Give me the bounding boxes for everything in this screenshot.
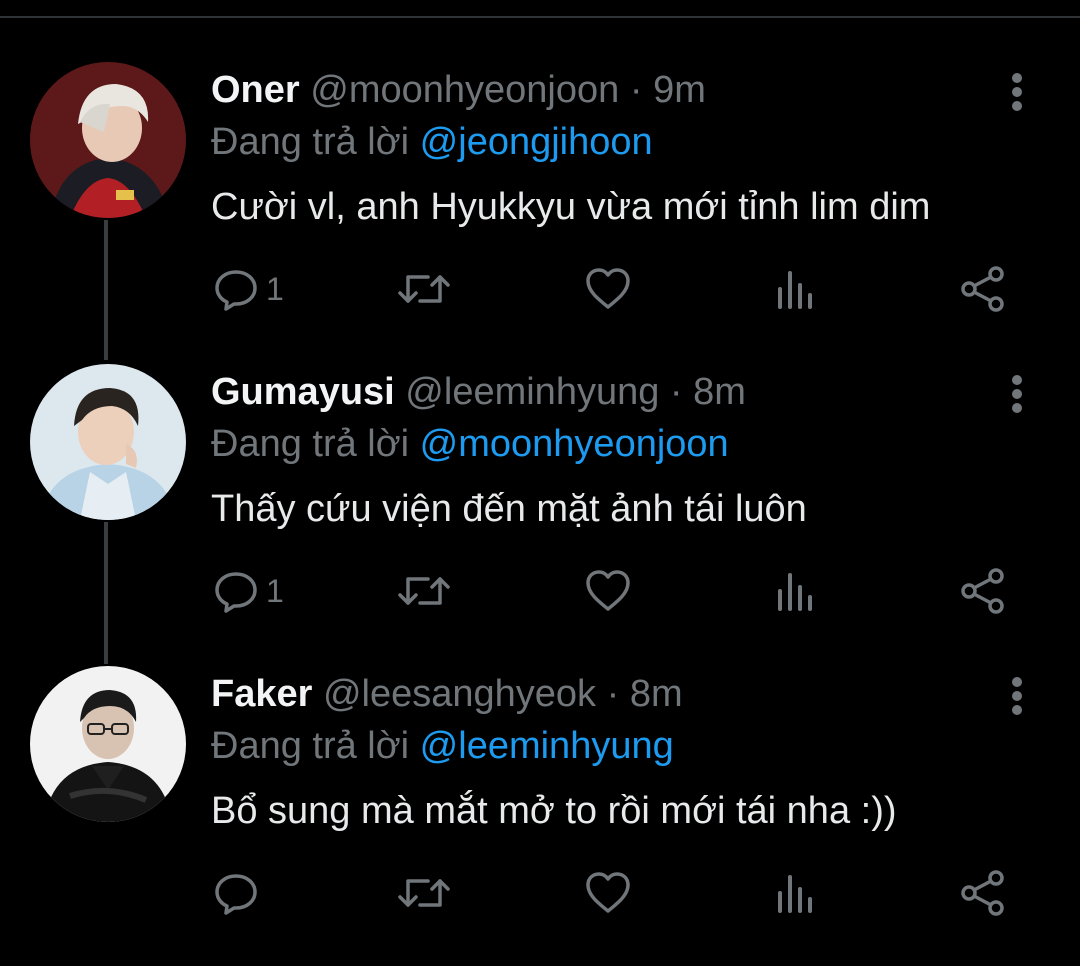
tweet-actions: 1 bbox=[0, 566, 1080, 616]
separator-dot: · bbox=[629, 69, 643, 111]
more-icon[interactable] bbox=[1002, 372, 1032, 416]
avatar[interactable] bbox=[30, 62, 186, 218]
reply-button[interactable]: 1 bbox=[212, 264, 284, 314]
reply-prefix: Đang trả lời bbox=[211, 725, 410, 767]
views-icon bbox=[778, 573, 812, 611]
display-name[interactable]: Oner bbox=[211, 69, 300, 111]
tweet-text: Thấy cứu viện đến mặt ảnh tái luôn bbox=[211, 488, 807, 530]
views-button[interactable] bbox=[776, 566, 816, 616]
timestamp[interactable]: 9m bbox=[653, 69, 706, 111]
user-handle[interactable]: @moonhyeonjoon bbox=[310, 69, 619, 111]
share-icon bbox=[961, 568, 1004, 614]
avatar[interactable] bbox=[30, 666, 186, 822]
tweet-actions bbox=[0, 868, 1080, 918]
tweet-text: Bổ sung mà mắt mở to rồi mới tái nha :)) bbox=[211, 790, 897, 832]
separator-dot: · bbox=[669, 371, 683, 413]
reply-to-link[interactable]: @leeminhyung bbox=[420, 725, 674, 767]
tweet-header: Oner @moonhyeonjoon · 9m bbox=[211, 66, 706, 114]
timestamp[interactable]: 8m bbox=[693, 371, 746, 413]
retweet-button[interactable] bbox=[396, 868, 452, 918]
tweet-oner[interactable]: Oner @moonhyeonjoon · 9m Đang trả lời @j… bbox=[0, 62, 1080, 362]
reply-prefix: Đang trả lời bbox=[211, 121, 410, 163]
retweet-button[interactable] bbox=[396, 566, 452, 616]
reply-count: 1 bbox=[266, 271, 284, 307]
user-handle[interactable]: @leesanghyeok bbox=[323, 673, 596, 715]
display-name[interactable]: Gumayusi bbox=[211, 371, 395, 413]
reply-context: Đang trả lời @moonhyeonjoon bbox=[211, 420, 729, 468]
reply-context: Đang trả lời @leeminhyung bbox=[211, 722, 674, 770]
like-button[interactable] bbox=[584, 868, 632, 918]
reply-icon bbox=[215, 874, 257, 915]
reply-button[interactable] bbox=[212, 868, 266, 918]
share-icon bbox=[961, 870, 1004, 916]
user-handle[interactable]: @leeminhyung bbox=[405, 371, 659, 413]
tweet-faker[interactable]: Faker @leesanghyeok · 8m Đang trả lời @l… bbox=[0, 666, 1080, 966]
views-button[interactable] bbox=[776, 868, 816, 918]
top-divider bbox=[0, 16, 1080, 18]
heart-icon bbox=[586, 872, 630, 913]
retweet-icon bbox=[398, 879, 450, 907]
tweet-header: Faker @leesanghyeok · 8m bbox=[211, 670, 683, 718]
reply-to-link[interactable]: @jeongjihoon bbox=[420, 121, 653, 163]
retweet-icon bbox=[398, 275, 450, 303]
heart-icon bbox=[586, 268, 630, 309]
reply-to-link[interactable]: @moonhyeonjoon bbox=[420, 423, 729, 465]
heart-icon bbox=[586, 570, 630, 611]
share-button[interactable] bbox=[960, 566, 1006, 616]
like-button[interactable] bbox=[584, 566, 632, 616]
views-icon bbox=[778, 271, 812, 309]
views-button[interactable] bbox=[776, 264, 816, 314]
share-button[interactable] bbox=[960, 264, 1006, 314]
reply-count: 1 bbox=[266, 573, 284, 609]
share-button[interactable] bbox=[960, 868, 1006, 918]
views-icon bbox=[778, 875, 812, 913]
tweet-actions: 1 bbox=[0, 264, 1080, 314]
separator-dot: · bbox=[606, 673, 620, 715]
reply-icon bbox=[215, 572, 257, 613]
tweet-text: Cười vl, anh Hyukkyu vừa mới tỉnh lim di… bbox=[211, 186, 931, 228]
reply-icon bbox=[215, 270, 257, 311]
avatar[interactable] bbox=[30, 364, 186, 520]
retweet-button[interactable] bbox=[396, 264, 452, 314]
more-icon[interactable] bbox=[1002, 674, 1032, 718]
display-name[interactable]: Faker bbox=[211, 673, 312, 715]
reply-button[interactable]: 1 bbox=[212, 566, 284, 616]
reply-context: Đang trả lời @jeongjihoon bbox=[211, 118, 653, 166]
timestamp[interactable]: 8m bbox=[630, 673, 683, 715]
like-button[interactable] bbox=[584, 264, 632, 314]
tweet-header: Gumayusi @leeminhyung · 8m bbox=[211, 368, 746, 416]
more-icon[interactable] bbox=[1002, 70, 1032, 114]
tweet-gumayusi[interactable]: Gumayusi @leeminhyung · 8m Đang trả lời … bbox=[0, 364, 1080, 664]
retweet-icon bbox=[398, 577, 450, 605]
reply-prefix: Đang trả lời bbox=[211, 423, 410, 465]
share-icon bbox=[961, 266, 1004, 312]
